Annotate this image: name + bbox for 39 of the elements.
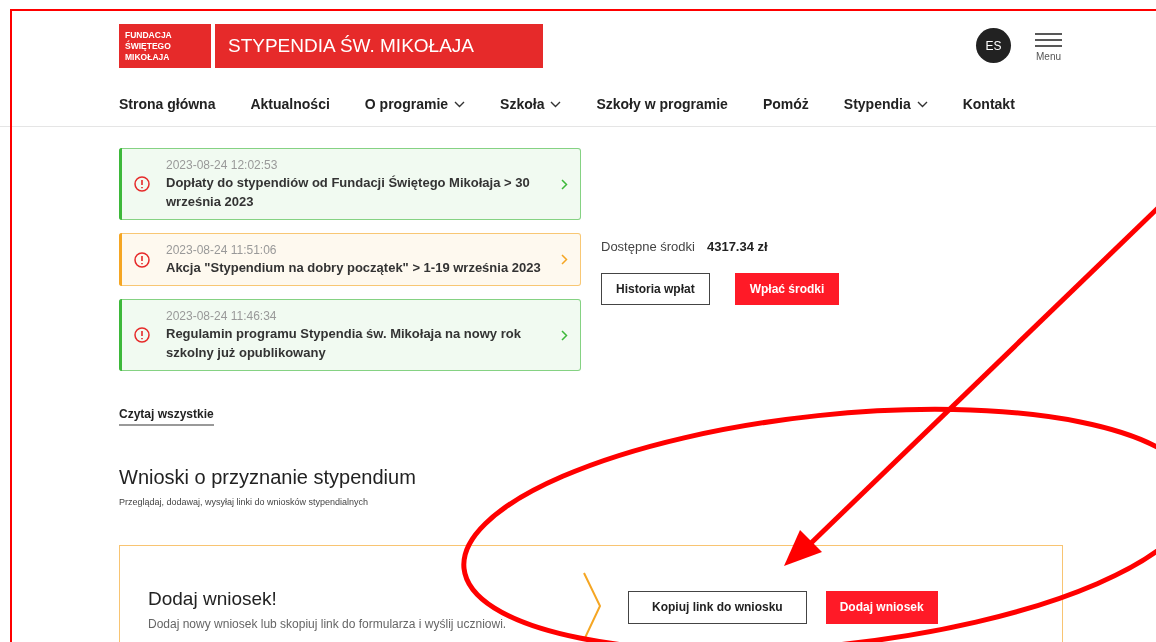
user-avatar[interactable]: ES [976, 28, 1011, 63]
nav-link[interactable]: Kontakt [962, 94, 1015, 115]
notification-title: Regulamin programu Stypendia św. Mikołaja na nowy rok szkolny już opublikowany [166, 325, 522, 362]
notification-card[interactable]: 2023-08-24 11:46:34 Regulamin programu Stypendia św. Mikołaja na nowy rok szkolny już opublikowany [119, 299, 581, 371]
site-title-logo[interactable]: STYPENDIA ŚW. MIKOŁAJA [215, 24, 543, 68]
chevron-right-icon [561, 254, 568, 265]
notification-title: Dopłaty do stypendiów od Fundacji Świętego Mikołaja > 30 września 2023 [166, 174, 531, 211]
funds-label: Dostępne środki [601, 238, 695, 256]
add-application-button[interactable]: Dodaj wniosek [825, 590, 938, 624]
nav-link[interactable]: Strona główna [119, 94, 216, 115]
nav-link[interactable]: Pomóż [762, 94, 809, 115]
nav-link[interactable]: Stypendia [843, 94, 928, 115]
alert-icon [134, 251, 150, 268]
chevron-right-icon [561, 329, 568, 341]
notification-time: 2023-08-24 11:51:06 [166, 242, 278, 258]
nav-link[interactable]: Szkoły w programie [596, 94, 728, 115]
nav-link[interactable]: Aktualności [250, 94, 330, 115]
notification-card[interactable]: 2023-08-24 12:02:53 Dopłaty do stypendiów od Fundacji Świętego Mikołaja > 30 września 2023 [119, 148, 581, 220]
section-title: Wnioski o przyznanie stypendium [119, 465, 417, 490]
notification-time: 2023-08-24 12:02:53 [166, 157, 279, 173]
deposit-button[interactable]: Wpłać środki [734, 272, 840, 305]
menu-icon [1035, 33, 1062, 47]
panel-text: Dodaj nowy wniosek lub skopiuj link do formularza i wyślij uczniowi. [148, 616, 508, 633]
copy-link-button[interactable]: Kopiuj link do wniosku [628, 590, 807, 624]
nav-link[interactable]: O programie [364, 94, 466, 115]
nav-link[interactable]: Szkoła [500, 94, 562, 115]
payment-history-button[interactable]: Historia wpłat [601, 272, 710, 305]
alert-icon [134, 176, 150, 192]
funds-amount: 4317.34 zł [706, 238, 768, 256]
read-all-link[interactable]: Czytaj wszystkie [119, 405, 214, 426]
chevron-right-icon [561, 178, 568, 190]
section-subtitle: Przeglądaj, dodawaj, wysyłaj linki do wniosków stypendialnych [119, 496, 370, 509]
notification-card[interactable]: 2023-08-24 11:51:06 Akcja "Stypendium na dobry początek" > 1-19 września 2023 [119, 233, 581, 286]
menu-button[interactable]: Menu [1035, 28, 1062, 64]
foundation-logo[interactable]: FUNDACJA ŚWIĘTEGO MIKOŁAJA [119, 24, 211, 68]
panel-title: Dodaj wniosek! [148, 586, 278, 611]
notification-time: 2023-08-24 11:46:34 [166, 308, 278, 324]
alert-icon [134, 327, 150, 343]
notification-title: Akcja "Stypendium na dobry początek" > 1-19 września 2023 [166, 259, 542, 277]
